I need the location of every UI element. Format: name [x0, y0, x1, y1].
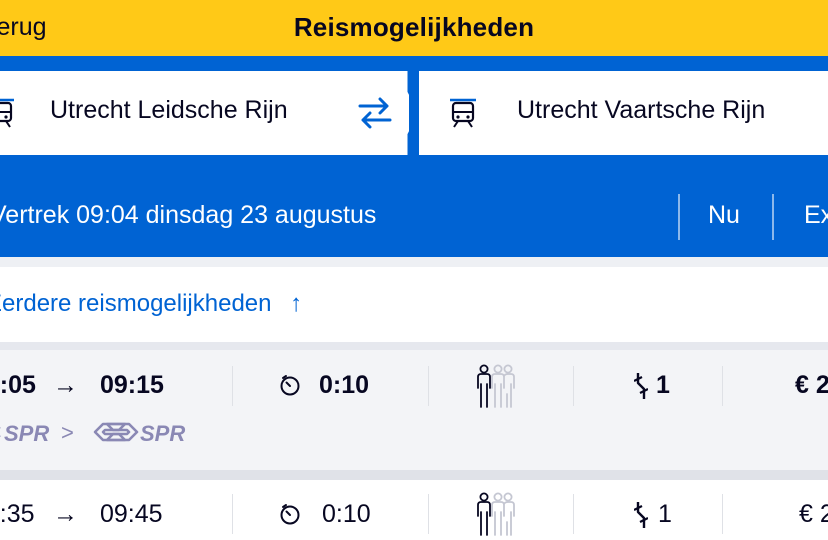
route-bar: Utrecht Leidsche Rijn Utrecht Vaartsche … [0, 56, 828, 160]
crowd-indicator-icon [472, 492, 518, 536]
crowd-indicator-icon [472, 364, 518, 408]
from-station-field[interactable]: Utrecht Leidsche Rijn [0, 71, 409, 155]
transfer-icon [634, 372, 648, 400]
arrival-time: 09:15 [100, 371, 164, 399]
trip-price: € 2 [795, 371, 828, 399]
trip-option[interactable]: 09:05 → 09:15 0:10 1 € 2 SP [0, 350, 828, 470]
separator [0, 470, 828, 480]
divider [573, 494, 574, 534]
divider [232, 494, 233, 534]
earlier-trips-row[interactable]: Eerdere reismogelijkheden ↑ [0, 267, 828, 342]
trip-price: € 2 [799, 500, 828, 528]
train-product-label: SPR [140, 421, 186, 446]
train-icon [450, 97, 476, 129]
divider [573, 366, 574, 406]
trip-option[interactable]: 09:35 → 09:45 0:10 1 € 2 [0, 480, 828, 540]
arrow-right-icon: → [53, 500, 78, 528]
divider [428, 494, 429, 534]
divider [722, 366, 723, 406]
top-bar: Terug Reismogelijkheden [0, 0, 828, 56]
to-station-field[interactable]: Utrecht Vaartsche Rijn [419, 71, 828, 155]
divider [772, 194, 774, 240]
earlier-trips-label: Eerdere reismogelijkheden [0, 290, 272, 317]
page-title: Reismogelijkheden [293, 12, 535, 42]
to-station-name: Utrecht Vaartsche Rijn [517, 96, 766, 124]
train-product-label: SPR [4, 421, 50, 446]
transfer-icon [634, 501, 648, 529]
chevron-right-icon: > [61, 420, 74, 445]
transfer-count: 1 [656, 371, 670, 399]
departure-time: 09:35 [0, 500, 35, 528]
now-button[interactable]: Nu [708, 201, 740, 230]
arrow-up-icon: ↑ [290, 290, 303, 317]
arrow-right-icon: → [53, 371, 78, 399]
divider [722, 494, 723, 534]
trip-duration: 0:10 [319, 371, 370, 399]
separator [0, 257, 828, 267]
from-station-name: Utrecht Leidsche Rijn [50, 96, 288, 124]
clock-icon [279, 374, 301, 396]
clock-icon [279, 503, 301, 525]
divider [428, 366, 429, 406]
arrival-time: 09:45 [100, 500, 163, 528]
transfer-count: 1 [658, 500, 672, 528]
ns-logo-icon [93, 422, 139, 442]
departure-time-bar: Vertrek 09:04 dinsdag 23 augustus Nu Ext… [0, 160, 828, 257]
separator [0, 342, 828, 350]
departure-time: 09:05 [0, 371, 36, 399]
trip-duration: 0:10 [322, 500, 371, 528]
swap-stations-icon[interactable] [354, 91, 396, 133]
departure-time-selector[interactable]: Vertrek 09:04 dinsdag 23 augustus [0, 201, 376, 230]
extra-options-button[interactable]: Extra [804, 201, 828, 230]
divider [678, 194, 680, 240]
train-icon [0, 97, 14, 129]
earlier-trips-link[interactable]: Eerdere reismogelijkheden ↑ [0, 290, 302, 318]
divider [232, 366, 233, 406]
